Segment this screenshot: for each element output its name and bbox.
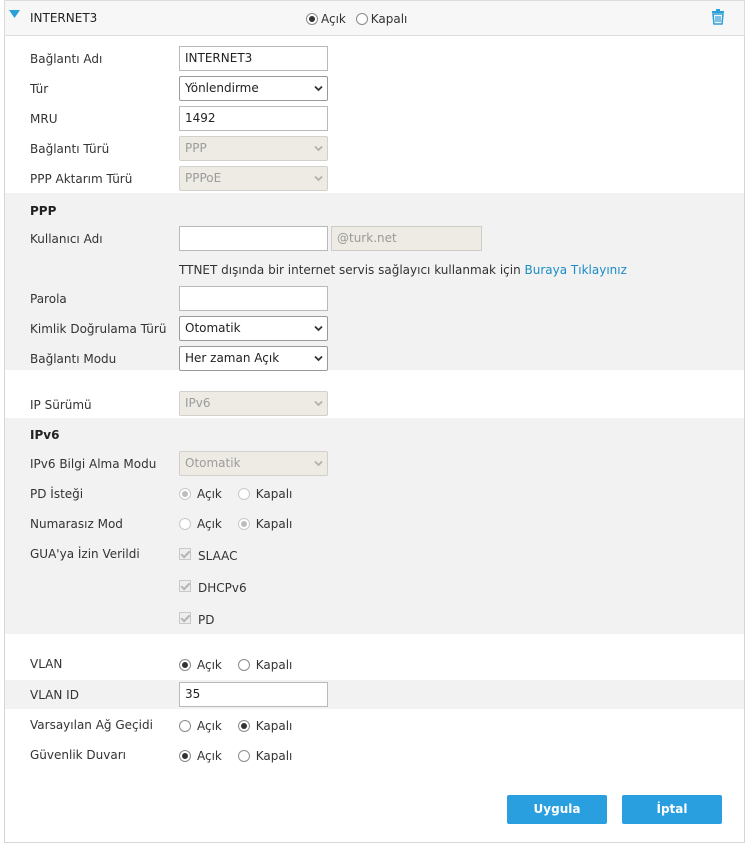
vlan-id-input[interactable]: 35	[179, 682, 328, 707]
firewall-on-radio[interactable]	[179, 749, 191, 762]
chevron-down-icon	[314, 175, 323, 182]
connection-name-input[interactable]: INTERNET3	[179, 46, 328, 71]
connection-on-radio[interactable]	[306, 12, 318, 25]
connection-type-select: PPP	[179, 136, 328, 161]
vlan-radios: Açık Kapalı	[179, 657, 304, 672]
auth-type-select[interactable]: Otomatik	[179, 316, 328, 341]
default-gateway-on-radio[interactable]	[179, 719, 191, 732]
type-select[interactable]: Yönlendirme	[179, 76, 328, 101]
default-gateway-off-radio[interactable]	[237, 719, 250, 732]
username-input[interactable]	[179, 226, 328, 251]
slaac-label: SLAAC	[198, 549, 238, 563]
mru-label: MRU	[30, 112, 58, 126]
dhcpv6-checkbox	[179, 580, 191, 592]
vlan-id-band	[5, 680, 744, 709]
vlan-off-radio[interactable]	[237, 658, 250, 671]
firewall-off-radio[interactable]	[237, 749, 250, 762]
chevron-down-icon	[314, 85, 323, 92]
ppp-section-band	[5, 193, 744, 370]
trash-icon[interactable]	[711, 9, 725, 25]
ppp-transfer-type-label: PPP Aktarım Türü	[30, 172, 133, 186]
connection-name-label: Bağlantı Adı	[30, 52, 103, 66]
chevron-down-icon	[314, 145, 323, 152]
connection-mode-select[interactable]: Her zaman Açık	[179, 346, 328, 371]
connection-type-label: Bağlantı Türü	[30, 142, 110, 156]
default-gateway-radios: Açık Kapalı	[179, 718, 304, 733]
dhcpv6-label: DHCPv6	[198, 581, 247, 595]
ipv6-section-title: IPv6	[30, 428, 60, 442]
pd-request-radios: Açık Kapalı	[179, 486, 304, 501]
vlan-id-label: VLAN ID	[30, 688, 79, 702]
firewall-radios: Açık Kapalı	[179, 748, 304, 763]
unnumbered-mode-label: Numarasız Mod	[30, 517, 123, 531]
auth-type-label: Kimlik Doğrulama Türü	[30, 322, 167, 336]
pd-label: PD	[198, 613, 215, 627]
isp-link[interactable]: Buraya Tıklayınız	[525, 263, 627, 277]
connection-title: INTERNET3	[30, 11, 98, 25]
panel-header: INTERNET3 Açık Kapalı	[4, 0, 745, 36]
cancel-button[interactable]: İptal	[622, 795, 722, 824]
chevron-down-icon	[314, 355, 323, 362]
pd-checkbox	[179, 612, 191, 624]
unnumbered-on-radio	[179, 517, 191, 530]
connection-off-radio[interactable]	[355, 12, 368, 25]
connection-toggle: Açık Kapalı	[306, 11, 419, 26]
username-domain-suffix: @turk.net	[331, 226, 482, 251]
password-input[interactable]	[179, 286, 328, 311]
ipv6-info-mode-select: Otomatik	[179, 451, 328, 476]
mru-input[interactable]: 1492	[179, 106, 328, 131]
vlan-label: VLAN	[30, 657, 63, 671]
unnumbered-mode-radios: Açık Kapalı	[179, 516, 304, 531]
type-label: Tür	[30, 82, 49, 96]
ip-version-select: IPv6	[179, 391, 328, 416]
ppp-section-title: PPP	[30, 204, 57, 218]
default-gateway-label: Varsayılan Ağ Geçidi	[30, 718, 153, 732]
chevron-down-icon	[314, 325, 323, 332]
connection-mode-label: Bağlantı Modu	[30, 352, 117, 366]
vlan-on-radio[interactable]	[179, 658, 191, 671]
username-label: Kullanıcı Adı	[30, 232, 103, 246]
apply-button[interactable]: Uygula	[507, 795, 607, 824]
ipv6-info-mode-label: IPv6 Bilgi Alma Modu	[30, 457, 157, 471]
gua-allowed-label: GUA'ya İzin Verildi	[30, 547, 140, 561]
firewall-label: Güvenlik Duvarı	[30, 748, 126, 762]
pd-request-label: PD İsteği	[30, 487, 84, 501]
unnumbered-off-radio	[237, 517, 250, 530]
chevron-down-icon	[314, 400, 323, 407]
pd-request-off-radio	[237, 487, 250, 500]
pd-request-on-radio	[179, 487, 191, 500]
isp-note: TTNET dışında bir internet servis sağlay…	[179, 263, 627, 277]
chevron-down-icon	[314, 460, 323, 467]
password-label: Parola	[30, 292, 67, 306]
collapse-triangle-icon[interactable]	[9, 9, 21, 21]
ip-version-label: IP Sürümü	[30, 398, 92, 412]
ppp-transfer-type-select: PPPoE	[179, 166, 328, 191]
slaac-checkbox	[179, 548, 191, 560]
